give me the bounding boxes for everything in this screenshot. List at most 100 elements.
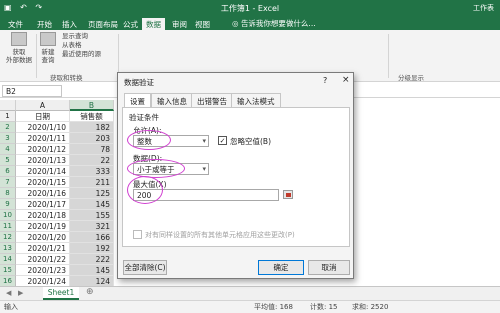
- row-header[interactable]: 11: [0, 221, 16, 232]
- date-cell[interactable]: 2020/1/17: [16, 199, 70, 210]
- sales-cell[interactable]: 192: [70, 243, 114, 254]
- query-lines: 显示查询 从表格 最近使用的源: [62, 32, 122, 59]
- sales-cell[interactable]: 211: [70, 177, 114, 188]
- sales-cell[interactable]: 78: [70, 144, 114, 155]
- sheet-tab-bar: ◀ ▶ Sheet1 ⊕: [0, 286, 500, 300]
- date-cell[interactable]: 2020/1/13: [16, 155, 70, 166]
- chevron-down-icon: ▾: [202, 137, 206, 145]
- date-cell[interactable]: 2020/1/21: [16, 243, 70, 254]
- group-outline: 分级显示: [398, 74, 424, 82]
- sales-cell[interactable]: 222: [70, 254, 114, 265]
- ribbon-separator: [36, 34, 37, 78]
- ignore-blank-label: 忽略空值(B): [230, 137, 271, 146]
- tab-formulas[interactable]: 公式: [119, 18, 142, 30]
- recent-sources-button[interactable]: 最近使用的源: [62, 50, 122, 59]
- column-header-b[interactable]: B: [70, 100, 114, 111]
- range-picker-icon[interactable]: [283, 190, 293, 199]
- get-external-data-label: 获取 外部数据: [6, 48, 32, 64]
- sheet-tab-sheet1[interactable]: Sheet1: [43, 287, 79, 300]
- header-cell-date[interactable]: 日期: [16, 111, 70, 122]
- row-header[interactable]: 7: [0, 177, 16, 188]
- date-cell[interactable]: 2020/1/10: [16, 122, 70, 133]
- date-cell[interactable]: 2020/1/19: [16, 221, 70, 232]
- help-icon[interactable]: ?: [323, 76, 327, 85]
- get-external-data-button[interactable]: 获取 外部数据: [4, 32, 34, 64]
- tab-page-layout[interactable]: 页面布局: [84, 18, 122, 30]
- date-cell[interactable]: 2020/1/12: [16, 144, 70, 155]
- sales-cell[interactable]: 125: [70, 188, 114, 199]
- date-cell[interactable]: 2020/1/16: [16, 188, 70, 199]
- tell-me-text: 告诉我你想要做什么...: [240, 19, 316, 28]
- row-header[interactable]: 2: [0, 122, 16, 133]
- date-cell[interactable]: 2020/1/18: [16, 210, 70, 221]
- sales-cell[interactable]: 145: [70, 265, 114, 276]
- sales-cell[interactable]: 182: [70, 122, 114, 133]
- sales-cell[interactable]: 203: [70, 133, 114, 144]
- add-sheet-icon[interactable]: ⊕: [86, 287, 94, 297]
- column-header-a[interactable]: A: [16, 100, 70, 111]
- row-header[interactable]: 6: [0, 166, 16, 177]
- select-all-corner[interactable]: [0, 100, 16, 111]
- annotation-circle: [127, 159, 185, 178]
- sales-cell[interactable]: 155: [70, 210, 114, 221]
- tab-error-alert[interactable]: 出错警告: [191, 93, 233, 107]
- apply-all-checkbox[interactable]: [133, 230, 142, 239]
- sales-cell[interactable]: 333: [70, 166, 114, 177]
- date-cell[interactable]: 2020/1/22: [16, 254, 70, 265]
- window-right-text: 工作表: [473, 4, 494, 12]
- clear-all-button[interactable]: 全部清除(C): [123, 260, 167, 275]
- annotation-circle: [127, 176, 163, 204]
- row-header[interactable]: 9: [0, 199, 16, 210]
- row-header[interactable]: 8: [0, 188, 16, 199]
- new-query-label: 新建 查询: [41, 48, 55, 64]
- sales-cell[interactable]: 145: [70, 199, 114, 210]
- tab-input-message[interactable]: 输入信息: [151, 93, 193, 107]
- name-box[interactable]: B2: [2, 85, 62, 97]
- tab-insert[interactable]: 插入: [58, 18, 81, 30]
- next-sheet-icon[interactable]: ▶: [18, 289, 23, 297]
- status-mode: 输入: [4, 303, 18, 311]
- tab-review[interactable]: 审阅: [168, 18, 191, 30]
- group-get-transform: 获取和转换: [50, 74, 83, 82]
- tab-view[interactable]: 视图: [191, 18, 214, 30]
- date-cell[interactable]: 2020/1/15: [16, 177, 70, 188]
- date-cell[interactable]: 2020/1/14: [16, 166, 70, 177]
- date-cell[interactable]: 2020/1/20: [16, 232, 70, 243]
- show-queries-button[interactable]: 显示查询: [62, 32, 122, 41]
- row-header[interactable]: 15: [0, 265, 16, 276]
- tab-data[interactable]: 数据: [142, 18, 165, 30]
- row-header[interactable]: 1: [0, 111, 16, 122]
- tab-settings[interactable]: 设置: [124, 93, 151, 108]
- row-header[interactable]: 14: [0, 254, 16, 265]
- close-icon[interactable]: ×: [342, 75, 350, 85]
- tell-me-search[interactable]: ◎ 告诉我你想要做什么...: [232, 18, 316, 29]
- tab-file[interactable]: 文件: [4, 18, 27, 30]
- row-header[interactable]: 5: [0, 155, 16, 166]
- sales-cell[interactable]: 321: [70, 221, 114, 232]
- row-header[interactable]: 13: [0, 243, 16, 254]
- title-bar: ▣ ↶ ↷ 工作簿1 - Excel 工作表: [0, 0, 500, 16]
- prev-sheet-icon[interactable]: ◀: [6, 289, 11, 297]
- date-cell[interactable]: 2020/1/11: [16, 133, 70, 144]
- status-bar: 输入 平均值: 168 计数: 15 求和: 2520: [0, 300, 500, 313]
- tab-ime-mode[interactable]: 输入法模式: [231, 93, 281, 107]
- new-query-button[interactable]: 新建 查询: [38, 32, 58, 64]
- sales-cell[interactable]: 166: [70, 232, 114, 243]
- from-table-button[interactable]: 从表格: [62, 41, 122, 50]
- row-header[interactable]: 4: [0, 144, 16, 155]
- dialog-title: 数据验证: [124, 78, 154, 87]
- status-average: 平均值: 168: [254, 303, 293, 311]
- tab-home[interactable]: 开始: [33, 18, 56, 30]
- row-header[interactable]: 10: [0, 210, 16, 221]
- date-cell[interactable]: 2020/1/23: [16, 265, 70, 276]
- ribbon-tabs: 文件 开始 插入 页面布局 公式 数据 审阅 视图 ◎ 告诉我你想要做什么...: [0, 16, 500, 30]
- cancel-button[interactable]: 取消: [308, 260, 350, 275]
- row-header[interactable]: 12: [0, 232, 16, 243]
- ignore-blank-checkbox[interactable]: ✓: [218, 136, 227, 145]
- table-icon: [40, 32, 56, 46]
- sales-cell[interactable]: 22: [70, 155, 114, 166]
- row-header[interactable]: 3: [0, 133, 16, 144]
- annotation-circle: [127, 130, 171, 150]
- header-cell-sales[interactable]: 销售额: [70, 111, 114, 122]
- ok-button[interactable]: 确定: [258, 260, 304, 275]
